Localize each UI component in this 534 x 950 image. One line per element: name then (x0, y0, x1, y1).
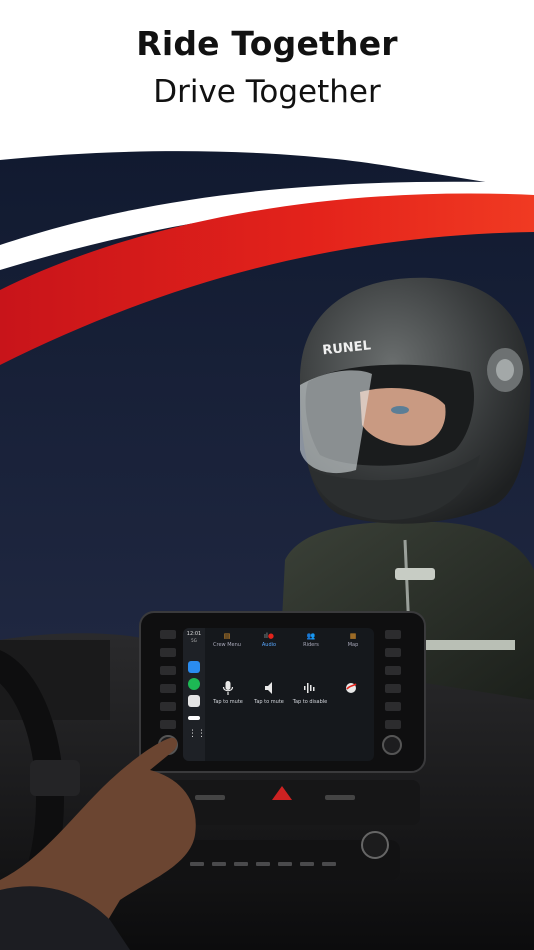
tab-riders[interactable]: 👥 Riders (291, 632, 331, 648)
app-logo-button[interactable] (331, 680, 371, 696)
headline-title: Ride Together (136, 24, 398, 63)
riders-icon: 👥 (306, 632, 316, 640)
audio-icon: ıl● (264, 632, 274, 640)
headline-subtitle: Drive Together (153, 74, 381, 110)
carplay-tabs: ▤ Crew Menu ıl● Audio 👥 Riders ▦ Map (205, 632, 374, 652)
speaker-mute-button[interactable]: Tap to mute (249, 680, 289, 705)
app-logo-icon (331, 680, 371, 696)
qr-app-icon[interactable] (188, 695, 200, 707)
mic-mute-button[interactable]: Tap to mute (208, 680, 248, 705)
voice-activation-icon (290, 680, 330, 696)
app-icon-bar[interactable] (188, 716, 200, 720)
hero-scene: RUNEL (0, 151, 534, 950)
tab-audio[interactable]: ıl● Audio (249, 632, 289, 648)
microphone-icon (208, 680, 248, 696)
app-grid-icon[interactable]: ⋮⋮ (188, 728, 206, 740)
voice-disable-button[interactable]: Tap to disable (290, 680, 330, 705)
carplay-screen: 12:01 5G ⋮⋮ ▤ Crew Menu ıl● Audio 👥 Ride… (183, 628, 374, 761)
spotify-icon[interactable] (188, 678, 200, 690)
tab-map[interactable]: ▦ Map (333, 632, 373, 648)
carplay-sidebar: 12:01 5G ⋮⋮ (183, 628, 206, 761)
status-time: 12:01 (186, 631, 202, 637)
app-icon-blue[interactable] (188, 661, 200, 673)
tab-crew-menu[interactable]: ▤ Crew Menu (207, 632, 247, 648)
map-icon: ▦ (349, 632, 357, 640)
crew-menu-icon: ▤ (223, 632, 231, 640)
status-signal: 5G (191, 638, 197, 643)
speaker-icon (249, 680, 289, 696)
